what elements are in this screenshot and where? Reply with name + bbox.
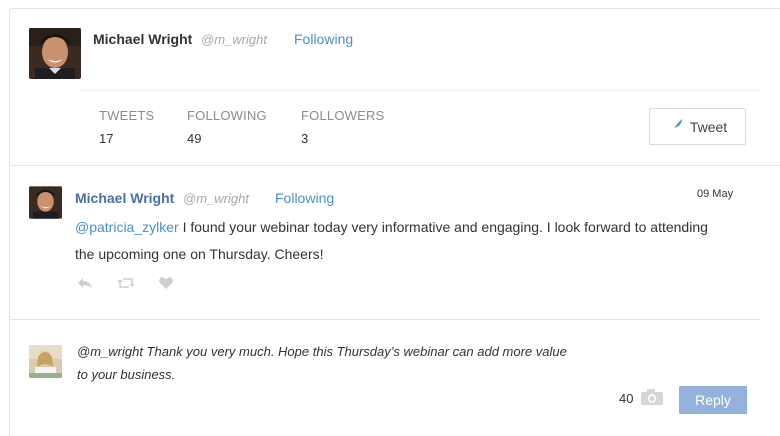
camera-icon[interactable] bbox=[640, 388, 664, 411]
post-following-link[interactable]: Following bbox=[275, 190, 334, 206]
post-author-name[interactable]: Michael Wright bbox=[75, 190, 174, 206]
post-avatar[interactable] bbox=[29, 186, 62, 219]
profile-name[interactable]: Michael Wright bbox=[93, 31, 192, 47]
profile-following-link[interactable]: Following bbox=[294, 31, 353, 47]
stat-tweets-label: TWEETS bbox=[99, 108, 155, 123]
reply-icon[interactable] bbox=[76, 276, 94, 290]
post-body: @patricia_zylker I found your webinar to… bbox=[75, 214, 715, 268]
profile-avatar[interactable] bbox=[29, 28, 81, 79]
section-divider bbox=[9, 165, 780, 166]
stat-followers-label: FOLLOWERS bbox=[301, 108, 385, 123]
tweet-button[interactable]: Tweet bbox=[649, 108, 746, 145]
reply-divider bbox=[9, 319, 760, 320]
post-mention-link[interactable]: @patricia_zylker bbox=[75, 219, 179, 235]
stat-following-value: 49 bbox=[187, 131, 202, 146]
reply-button[interactable]: Reply bbox=[679, 386, 747, 414]
tweet-button-label: Tweet bbox=[689, 118, 728, 135]
post-date: 09 May bbox=[697, 188, 734, 200]
reply-avatar bbox=[29, 345, 62, 378]
stat-following-label: FOLLOWING bbox=[187, 108, 267, 123]
profile-handle: @m_wright bbox=[201, 32, 267, 47]
post-actions bbox=[76, 276, 174, 290]
reply-input[interactable]: @m_wright Thank you very much. Hope this… bbox=[77, 340, 577, 386]
post-author-handle: @m_wright bbox=[183, 191, 249, 206]
retweet-icon[interactable] bbox=[116, 276, 136, 290]
profile-divider bbox=[80, 90, 760, 91]
feather-icon bbox=[668, 117, 684, 136]
heart-icon[interactable] bbox=[158, 276, 174, 290]
character-count: 40 bbox=[619, 391, 634, 406]
stat-followers-value: 3 bbox=[301, 131, 309, 146]
stat-tweets-value: 17 bbox=[99, 131, 114, 146]
